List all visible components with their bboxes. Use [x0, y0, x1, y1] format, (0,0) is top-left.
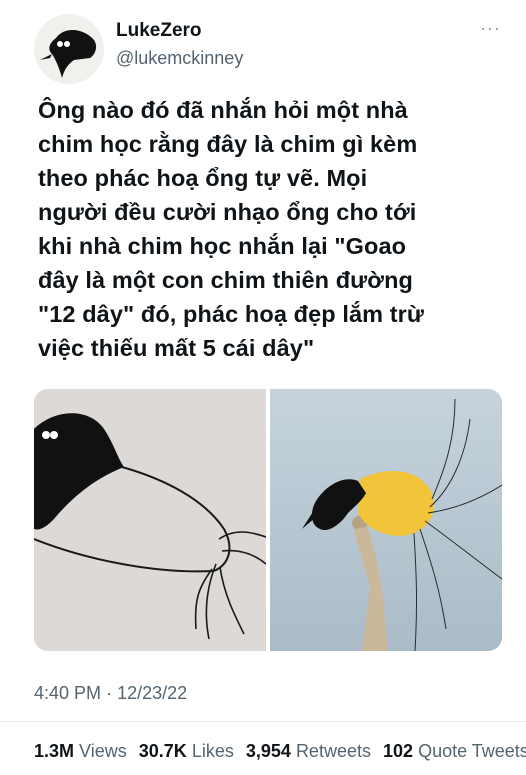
author-handle[interactable]: @lukemckinney — [116, 48, 243, 69]
author-name[interactable]: LukeZero — [116, 20, 202, 42]
views-count: 1.3M — [34, 741, 75, 761]
quotes-label: Quote Tweets — [418, 741, 526, 761]
retweets-count: 3,954 — [245, 741, 291, 761]
tweet-timestamp[interactable]: 4:40 PM · 12/23/22 — [34, 683, 187, 704]
tweet-line: khi nhà chim học nhắn lại "Goao — [38, 233, 407, 259]
tweet-line: chim học rằng đây là chim gì kèm — [38, 131, 418, 157]
tweet-date: 12/23/22 — [117, 683, 188, 703]
media-grid — [34, 389, 502, 651]
views-label: Views — [79, 741, 127, 761]
more-options-icon[interactable]: ··· — [480, 18, 501, 39]
timestamp-separator: · — [106, 683, 113, 703]
tweet-line: người đều cười nhạo ổng cho tới — [38, 199, 417, 225]
tweet-line: đây là một con chim thiên đường — [38, 267, 413, 293]
retweets-label: Retweets — [295, 741, 371, 761]
divider — [0, 721, 526, 722]
tweet-line: việc thiếu mất 5 cái dây" — [38, 335, 315, 361]
tweet-time: 4:40 PM — [34, 683, 102, 703]
likes-stat[interactable]: 30.7K Likes — [139, 741, 234, 761]
bird-sketch-image[interactable] — [34, 389, 266, 651]
likes-count: 30.7K — [138, 741, 187, 761]
tweet-text: Ông nào đó đã nhắn hỏi một nhà chim học … — [38, 93, 508, 365]
tweet-line: theo phác hoạ ổng tự vẽ. Mọi — [38, 165, 368, 191]
views-stat[interactable]: 1.3M Views — [34, 741, 127, 761]
tweet-line: "12 dây" đó, phác hoạ đẹp lắm trừ — [38, 301, 425, 327]
twelve-wired-bird-of-paradise-photo[interactable] — [270, 389, 502, 651]
quotes-count: 102 — [383, 741, 414, 761]
quotes-stat[interactable]: 102 Quote Tweets — [383, 741, 526, 761]
bird-silhouette-icon — [40, 29, 97, 78]
tweet-stats: 1.3M Views 30.7K Likes 3,954 Retweets 10… — [34, 741, 526, 762]
tweet-line: Ông nào đó đã nhắn hỏi một nhà — [38, 97, 408, 123]
retweets-stat[interactable]: 3,954 Retweets — [246, 741, 371, 761]
avatar[interactable] — [34, 14, 104, 84]
likes-label: Likes — [191, 741, 234, 761]
